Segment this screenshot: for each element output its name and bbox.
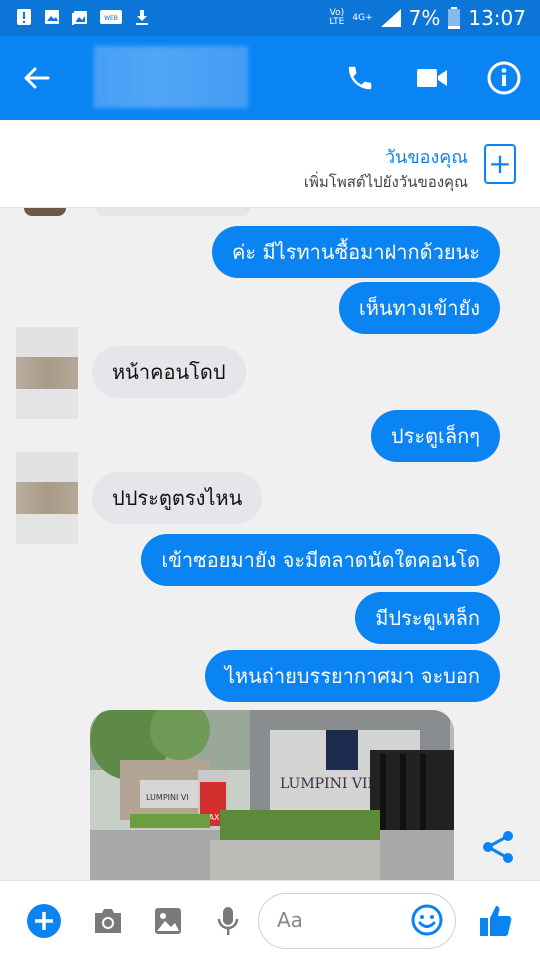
- emoji-button[interactable]: [411, 904, 443, 940]
- camera-button[interactable]: [90, 903, 126, 939]
- message-outgoing[interactable]: ประตูเล็กๆ: [370, 410, 500, 462]
- message-outgoing[interactable]: ไหนถ่ายบรรยากาศมา จะบอก: [204, 650, 500, 702]
- smiley-icon: [411, 904, 443, 936]
- thumbs-up-icon: [480, 906, 512, 936]
- message-input-placeholder: Aa: [277, 908, 303, 932]
- message-outgoing[interactable]: เข้าซอยมายัง จะมีตลาดนัดใตคอนโด: [141, 534, 500, 586]
- volte-bottom: LTE: [329, 17, 345, 27]
- message-incoming[interactable]: หน้าคอนโดป: [92, 346, 246, 398]
- add-to-day-button[interactable]: +: [484, 144, 516, 184]
- gallery-button[interactable]: [150, 903, 186, 939]
- clock: 13:07: [468, 6, 526, 30]
- notification-icons: WEB: [16, 8, 150, 26]
- message-partial: [96, 208, 250, 216]
- info-button[interactable]: [484, 58, 524, 98]
- contact-avatar[interactable]: [16, 327, 78, 419]
- plus-icon: +: [488, 147, 512, 180]
- image-icon: [45, 10, 59, 24]
- contact-avatar[interactable]: [16, 452, 78, 544]
- like-button[interactable]: [478, 903, 514, 939]
- your-day-banner[interactable]: วันของคุณ เพิ่มโพสต์ไปยังวันของคุณ +: [0, 120, 540, 208]
- status-bar: WEB Vo) LTE 4G+ 7% 13:07: [0, 0, 540, 36]
- message-outgoing[interactable]: มีประตูเหล็ก: [355, 592, 500, 644]
- network-type: 4G+: [352, 12, 373, 23]
- signal-icon: [380, 9, 401, 27]
- video-camera-icon: [417, 69, 447, 87]
- sign-left-text: LUMPINI VI: [146, 793, 189, 802]
- svg-text:WEB: WEB: [104, 15, 118, 22]
- volte-indicator: Vo) LTE: [329, 9, 344, 27]
- your-day-subtitle: เพิ่มโพสต์ไปยังวันของคุณ: [303, 173, 468, 191]
- battery-percent: 7%: [408, 6, 441, 30]
- shared-photo[interactable]: LUMPINI VI LUMPINI VILLE TAXI: [90, 710, 454, 880]
- back-button[interactable]: [16, 58, 56, 98]
- phone-icon: [348, 66, 372, 90]
- microphone-icon: [217, 907, 239, 935]
- contact-name-blurred[interactable]: [94, 46, 248, 108]
- gallery-icon: [72, 11, 87, 25]
- more-actions-button[interactable]: [26, 903, 62, 939]
- webtoon-icon: WEB: [100, 10, 122, 24]
- camera-icon: [95, 909, 121, 933]
- call-button[interactable]: [340, 58, 380, 98]
- alert-icon: [17, 9, 31, 25]
- video-call-button[interactable]: [412, 58, 452, 98]
- battery-icon: [448, 7, 461, 29]
- message-incoming[interactable]: ปประตูตรงไหน: [92, 472, 263, 524]
- your-day-title: วันของคุณ: [384, 147, 468, 168]
- image-icon: [155, 908, 181, 934]
- plus-circle-icon: [27, 904, 61, 938]
- share-icon: [483, 831, 513, 863]
- share-button[interactable]: [480, 828, 518, 866]
- info-circle-icon: [487, 61, 521, 95]
- download-icon: [136, 10, 148, 25]
- message-outgoing[interactable]: เห็นทางเข้ายัง: [338, 282, 500, 334]
- arrow-left-icon: [24, 67, 50, 89]
- voice-button[interactable]: [210, 903, 246, 939]
- chat-header: [0, 36, 540, 120]
- message-input[interactable]: Aa: [258, 893, 456, 949]
- message-outgoing[interactable]: ค่ะ มีไรทานซื้อมาฝากด้วยนะ: [212, 226, 500, 278]
- condo-entrance-image: LUMPINI VI LUMPINI VILLE TAXI: [90, 710, 454, 880]
- avatar-partial: [24, 208, 66, 216]
- message-composer: Aa: [0, 880, 540, 960]
